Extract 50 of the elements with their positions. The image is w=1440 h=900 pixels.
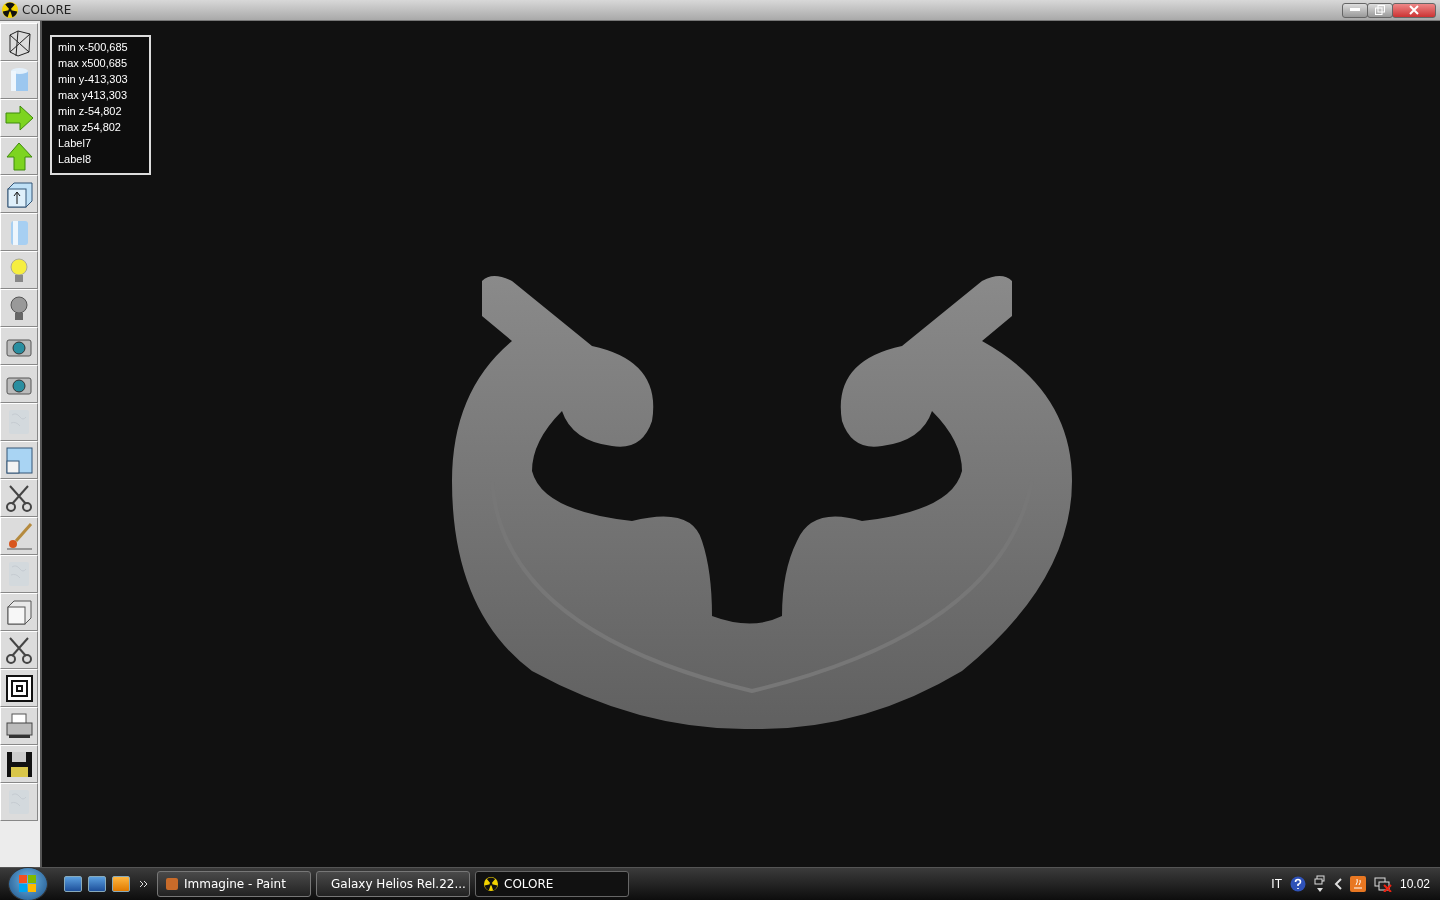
windows-logo-icon [19, 875, 37, 893]
taskbar-button[interactable]: Galaxy Helios Rel.22... [316, 871, 470, 897]
show-desktop-button[interactable] [64, 876, 82, 892]
tool-button[interactable] [0, 23, 38, 61]
app-icon [166, 878, 178, 890]
minimize-icon [1350, 8, 1360, 12]
tool-button[interactable] [0, 479, 38, 517]
network-disconnected-icon[interactable] [1373, 876, 1392, 892]
info-label: Label7 [58, 136, 93, 151]
paint-brush-icon [4, 521, 34, 551]
tool-button[interactable] [0, 669, 38, 707]
info-label: Label8 [58, 152, 93, 167]
info-label: min x-500,685 [58, 40, 129, 55]
scissors-icon [4, 635, 34, 665]
tool-button[interactable] [0, 707, 38, 745]
close-icon [1409, 5, 1419, 15]
taskbar-button[interactable]: COLORE [475, 871, 629, 897]
cube-arrow-icon [4, 179, 34, 209]
right-arrow-icon [4, 103, 34, 133]
window-icon [4, 445, 34, 475]
switch-windows-button[interactable] [88, 876, 106, 892]
tool-button[interactable] [0, 631, 38, 669]
tool-button[interactable] [0, 365, 38, 403]
info-label: max z54,802 [58, 120, 122, 135]
up-arrow-icon [4, 141, 34, 171]
language-indicator[interactable]: IT [1271, 877, 1282, 891]
radiation-icon [484, 877, 498, 891]
radiation-icon [2, 2, 18, 18]
tool-button[interactable] [0, 745, 38, 783]
printer-icon [4, 711, 34, 741]
cube-icon [4, 597, 34, 627]
info-label: min y-413,303 [58, 72, 129, 87]
minimize-button[interactable] [1342, 2, 1368, 18]
info-label: max x500,685 [58, 56, 129, 71]
taskbar-button[interactable]: Immagine - Paint [157, 871, 311, 897]
scissors-icon [4, 483, 34, 513]
help-icon[interactable] [1289, 876, 1306, 892]
info-label: max y413,303 [58, 88, 129, 103]
double-chevron-icon [140, 880, 148, 888]
chevron-left-icon[interactable] [1333, 878, 1342, 890]
clock: 10.02 [1399, 877, 1430, 891]
restore-icon [1375, 5, 1385, 15]
restore-button[interactable] [1367, 2, 1393, 18]
close-button[interactable] [1392, 2, 1436, 18]
start-button[interactable] [8, 867, 48, 900]
window-switch-icon[interactable] [1313, 875, 1326, 893]
tool-button[interactable] [0, 327, 38, 365]
info-label: min z-54,802 [58, 104, 123, 119]
concentric-squares-icon [4, 673, 34, 703]
window-title: COLORE [22, 3, 73, 17]
